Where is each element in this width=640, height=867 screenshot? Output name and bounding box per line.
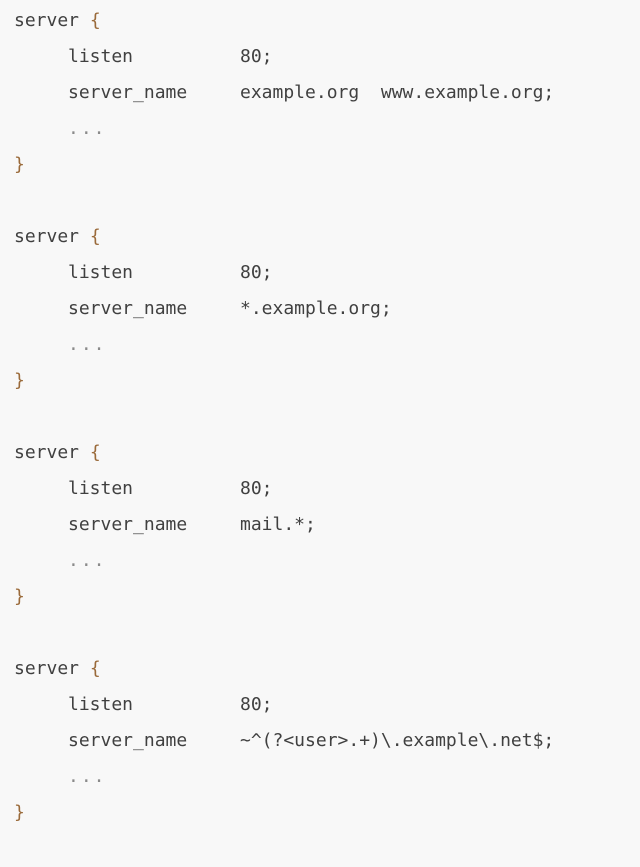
server-name-value: *.example.org;: [240, 298, 392, 319]
close-line: }: [14, 795, 640, 831]
listen-value: 80;: [240, 478, 273, 499]
server-name-value: example.org www.example.org;: [240, 82, 555, 103]
open-brace: {: [89, 226, 101, 247]
close-brace: }: [14, 586, 25, 607]
ellipsis-line: ...: [14, 327, 640, 363]
server-name-directive: server_name: [68, 298, 188, 319]
server-keyword: server: [14, 442, 80, 463]
server-name-directive: server_name: [68, 82, 188, 103]
ellipsis-line: ...: [14, 111, 640, 147]
close-brace: }: [14, 154, 25, 175]
ellipsis: ...: [68, 766, 107, 787]
server-header: server {: [14, 219, 640, 255]
server-name-line: server_name *.example.org;: [14, 291, 640, 327]
server-block-4: server { listen 80; server_name ~^(?<user>…: [14, 651, 640, 867]
ellipsis: ...: [68, 118, 107, 139]
server-name-line: server_name example.org www.example.org;: [14, 75, 640, 111]
server-name-line: server_name ~^(?<user>.+)\.example\.net$;: [14, 723, 640, 759]
close-brace: }: [14, 802, 25, 823]
ellipsis-line: ...: [14, 543, 640, 579]
server-name-line: server_name mail.*;: [14, 507, 640, 543]
listen-value: 80;: [240, 694, 273, 715]
ellipsis: ...: [68, 334, 107, 355]
listen-value: 80;: [240, 262, 273, 283]
server-name-value: mail.*;: [240, 514, 316, 535]
code-snippet: server { listen 80; server_name example.or…: [0, 0, 640, 828]
server-header: server {: [14, 3, 640, 39]
server-name-value: ~^(?<user>.+)\.example\.net$;: [240, 730, 555, 751]
server-header: server {: [14, 651, 640, 687]
listen-line: listen 80;: [14, 687, 640, 723]
open-brace: {: [89, 442, 101, 463]
listen-directive: listen: [68, 262, 134, 283]
server-name-directive: server_name: [68, 730, 188, 751]
listen-line: listen 80;: [14, 471, 640, 507]
server-block-2: server { listen 80; server_name *.example.…: [14, 219, 640, 435]
server-block-1: server { listen 80; server_name example.or…: [14, 3, 640, 219]
server-name-directive: server_name: [68, 514, 188, 535]
server-header: server {: [14, 435, 640, 471]
listen-line: listen 80;: [14, 255, 640, 291]
close-line: }: [14, 579, 640, 615]
server-block-3: server { listen 80; server_name mail.*; ..…: [14, 435, 640, 651]
listen-directive: listen: [68, 46, 134, 67]
listen-value: 80;: [240, 46, 273, 67]
listen-directive: listen: [68, 694, 134, 715]
open-brace: {: [89, 10, 101, 31]
listen-line: listen 80;: [14, 39, 640, 75]
ellipsis-line: ...: [14, 759, 640, 795]
server-keyword: server: [14, 658, 80, 679]
close-brace: }: [14, 370, 25, 391]
close-line: }: [14, 147, 640, 183]
server-keyword: server: [14, 10, 80, 31]
open-brace: {: [89, 658, 101, 679]
ellipsis: ...: [68, 550, 107, 571]
listen-directive: listen: [68, 478, 134, 499]
server-keyword: server: [14, 226, 80, 247]
close-line: }: [14, 363, 640, 399]
